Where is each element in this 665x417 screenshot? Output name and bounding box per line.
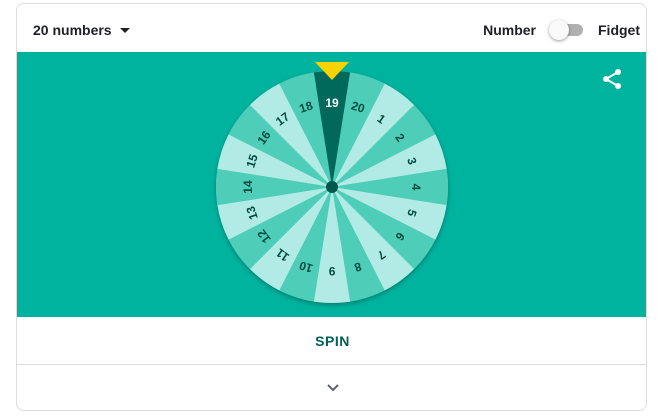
spinner-stage: 1 2 3 4 5 6 7 8 9 10 11 12 13 14 15 16 17 18 19 20	[17, 52, 647, 317]
expand-button[interactable]	[17, 365, 646, 410]
spin-button[interactable]: SPIN	[17, 317, 646, 365]
mode-toggle-group: Number Fidget	[483, 19, 640, 41]
spin-button-label: SPIN	[315, 332, 350, 349]
toggle-number-label: Number	[483, 22, 536, 38]
wheel-number-9: 9	[328, 264, 335, 278]
number-fidget-toggle[interactable]	[549, 20, 585, 40]
share-icon	[603, 69, 621, 89]
share-button[interactable]	[600, 67, 624, 91]
mode-dropdown[interactable]: 20 numbers	[33, 19, 130, 41]
spinner-card: 20 numbers Number Fidget 1 2 3 4 5 6 7 8 9 10 11 12…	[16, 3, 647, 411]
wheel-hub	[326, 181, 338, 193]
wheel-number-19: 19	[325, 96, 339, 110]
toggle-fidget-label: Fidget	[598, 22, 640, 38]
number-wheel[interactable]: 123456789101112131415161718 19 20	[17, 52, 647, 317]
toggle-thumb[interactable]	[549, 20, 569, 40]
mode-dropdown-label: 20 numbers	[33, 22, 112, 38]
wheel-number-14: 14	[241, 180, 255, 194]
caret-down-icon	[119, 27, 130, 33]
spinner-header: 20 numbers Number Fidget	[17, 4, 646, 54]
chevron-down-icon	[326, 384, 339, 392]
wheel-number-4: 4	[409, 184, 423, 191]
